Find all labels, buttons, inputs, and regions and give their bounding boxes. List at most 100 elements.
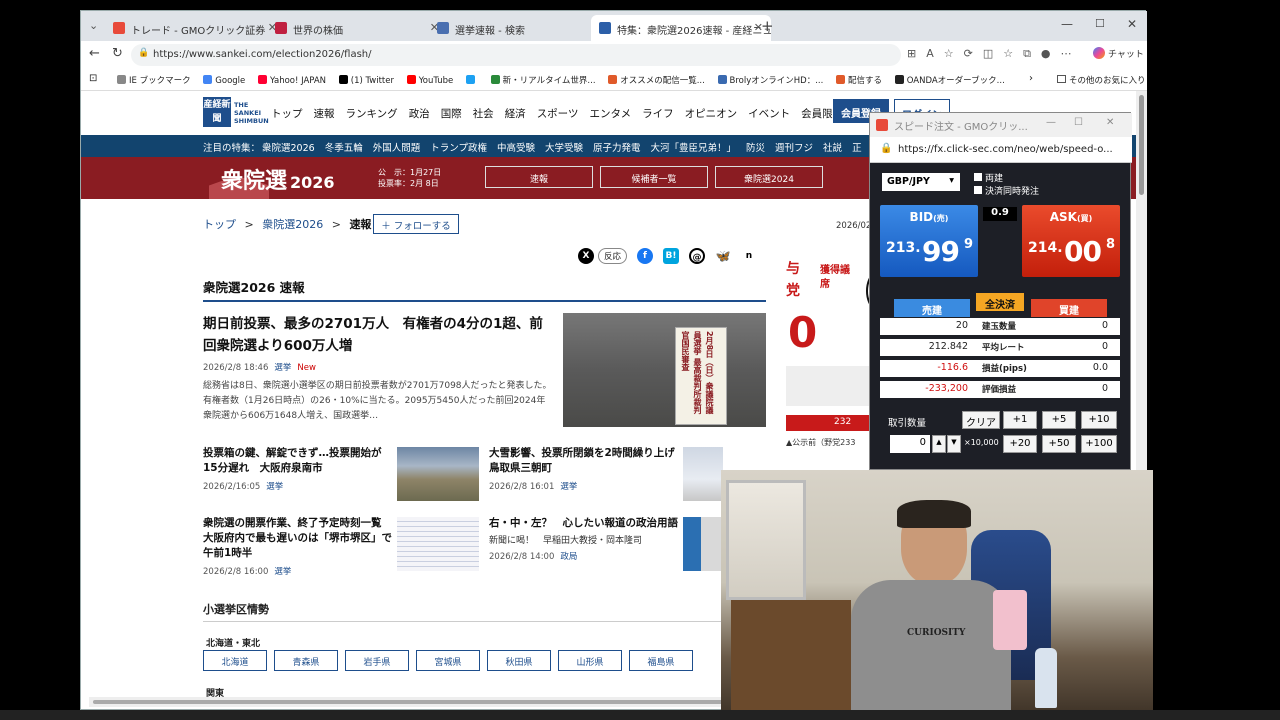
settle-checkbox[interactable]: 決済同時発注: [974, 184, 1039, 197]
story-item[interactable]: 右・中・左？ 心したい報道の政治用語 新聞に喝！ 早稲田大教授・岡本隆司 202…: [489, 516, 679, 562]
bookmark-bird[interactable]: [465, 70, 478, 86]
banner-flash-button[interactable]: 速報: [485, 166, 593, 188]
quantity-input[interactable]: 0: [890, 435, 930, 453]
ask-button[interactable]: ASK(買) 214. 00 8: [1022, 205, 1120, 277]
note-icon[interactable]: n: [741, 248, 758, 264]
bluesky-icon[interactable]: 🦋: [715, 248, 732, 264]
pref-aomori[interactable]: 青森県: [274, 650, 338, 671]
nav-life[interactable]: ライフ: [642, 108, 674, 120]
tag-link[interactable]: 選挙: [274, 363, 291, 373]
bookmark-ie[interactable]: IE ブックマーク: [117, 69, 191, 86]
reading-list-icon[interactable]: ⊡: [89, 73, 97, 84]
bookmark-broly[interactable]: BrolyオンラインHD：...: [717, 69, 823, 86]
tab-gmo-trade[interactable]: トレード - GMOクリック証券 ✕: [105, 15, 285, 41]
qty-up-button[interactable]: ▲: [932, 435, 946, 453]
reaction-button[interactable]: 反応: [598, 248, 628, 264]
tab-sankei[interactable]: 特集：衆院選2026速報 - 産経ニュース✕: [591, 15, 771, 41]
plus5-button[interactable]: +5: [1042, 411, 1076, 429]
plus20-button[interactable]: +20: [1003, 435, 1037, 453]
bookmark-osusume[interactable]: オススメの配信一覧...: [608, 69, 705, 86]
x-icon[interactable]: X: [578, 248, 594, 264]
pref-yamagata[interactable]: 山形県: [558, 650, 622, 671]
feature-link[interactable]: 中高受験: [497, 143, 535, 154]
pref-hokkaido[interactable]: 北海道: [203, 650, 267, 671]
currency-pair-select[interactable]: GBP/JPY ▾: [882, 173, 960, 191]
story-thumbnail[interactable]: [683, 447, 723, 501]
chevron-right-icon[interactable]: ›: [1029, 73, 1033, 84]
nav-world[interactable]: 国際: [441, 108, 462, 120]
threads-icon[interactable]: @: [689, 248, 706, 264]
clear-button[interactable]: クリア: [962, 411, 1000, 429]
nav-society[interactable]: 社会: [473, 108, 494, 120]
pref-fukushima[interactable]: 福島県: [629, 650, 693, 671]
bookmark-twitter[interactable]: (1) Twitter: [338, 70, 394, 86]
nav-politics[interactable]: 政治: [409, 108, 430, 120]
minimize-button[interactable]: —: [1061, 17, 1073, 31]
nav-ranking[interactable]: ランキング: [346, 108, 398, 120]
story-item[interactable]: 衆院選の開票作業、終了予定時刻一覧 大阪府内で最も遅いのは「堺市堺区」で午前1時…: [203, 516, 393, 577]
plus10-button[interactable]: +10: [1081, 411, 1117, 429]
both-checkbox[interactable]: 両建: [974, 171, 1003, 184]
bookmark-google[interactable]: Google: [203, 70, 245, 86]
close-button[interactable]: ✕: [1106, 117, 1114, 128]
feature-link[interactable]: 大河「豊臣兄弟！」: [651, 143, 737, 154]
nav-event[interactable]: イベント: [748, 108, 790, 120]
feature-link[interactable]: 外国人問題: [373, 143, 421, 154]
other-bookmarks[interactable]: その他のお気に入り: [1057, 74, 1146, 86]
follow-button[interactable]: ＋ フォローする: [373, 214, 459, 234]
minimize-button[interactable]: —: [1046, 117, 1056, 128]
bookmark-realtime[interactable]: 新・リアルタイム世界...: [490, 69, 596, 86]
tab-world-stocks[interactable]: 世界の株価 ✕: [267, 15, 447, 41]
maximize-button[interactable]: ☐: [1074, 117, 1083, 128]
new-tab-button[interactable]: +: [761, 17, 774, 35]
main-article-headline[interactable]: 期日前投票、最多の2701万人 有権者の4分の1超、前回衆院選より600万人増: [203, 313, 543, 357]
facebook-icon[interactable]: f: [637, 248, 654, 264]
story-thumbnail[interactable]: [397, 447, 479, 501]
feature-link[interactable]: 大学受験: [545, 143, 583, 154]
nav-top[interactable]: トップ: [271, 108, 303, 120]
sankei-logo[interactable]: 産経新聞 THE SANKEI SHIMBUN: [203, 97, 269, 129]
bookmark-yahoo[interactable]: Yahoo! JAPAN: [257, 70, 326, 86]
breadcrumb-section[interactable]: 衆院選2026: [262, 218, 323, 231]
banner-2024-button[interactable]: 衆院選2024: [715, 166, 823, 188]
buy-open-button[interactable]: 買建: [1031, 299, 1107, 317]
story-thumbnail[interactable]: [683, 517, 723, 571]
qty-down-button[interactable]: ▼: [947, 435, 961, 453]
tab-search[interactable]: 選挙速報 - 検索✕: [429, 15, 609, 41]
bid-button[interactable]: BID(売) 213. 99 9: [880, 205, 978, 277]
feature-link[interactable]: トランプ政権: [430, 143, 487, 154]
back-icon[interactable]: ←: [89, 46, 100, 61]
plus50-button[interactable]: +50: [1042, 435, 1076, 453]
feature-link[interactable]: 衆院選2026: [262, 143, 315, 154]
plus100-button[interactable]: +100: [1081, 435, 1117, 453]
pref-akita[interactable]: 秋田県: [487, 650, 551, 671]
nav-flash[interactable]: 速報: [314, 108, 335, 120]
story-item[interactable]: 投票箱の鍵、解錠できず…投票開始が15分遅れ 大阪府泉南市 2026/2/16:…: [203, 446, 393, 492]
breadcrumb-top[interactable]: トップ: [203, 218, 236, 231]
refresh-icon[interactable]: ↻: [112, 46, 123, 61]
main-article-image[interactable]: 2月8日（日）衆議院議員選挙 最高裁判所裁判官国民審査: [563, 313, 766, 427]
bookmark-youtube[interactable]: YouTube: [406, 70, 453, 86]
story-item[interactable]: 大雪影響、投票所閉鎖を2時間繰り上げ 鳥取県三朝町 2026/2/8 16:01…: [489, 446, 685, 492]
feature-link[interactable]: 原子力発電: [593, 143, 641, 154]
plus1-button[interactable]: +1: [1003, 411, 1037, 429]
window-close-button[interactable]: ✕: [1127, 17, 1137, 31]
extensions-icons[interactable]: ⊞A☆⟳◫☆⧉●⋯: [907, 47, 1082, 61]
chat-button[interactable]: チャット: [1093, 47, 1144, 60]
nav-sports[interactable]: スポーツ: [537, 108, 579, 120]
story-thumbnail[interactable]: [397, 517, 479, 571]
pref-miyagi[interactable]: 宮城県: [416, 650, 480, 671]
tab-list-button[interactable]: ⌄: [89, 19, 98, 32]
feature-link[interactable]: 防災: [746, 143, 765, 154]
hatena-icon[interactable]: B!: [663, 248, 680, 264]
bookmark-haishin[interactable]: 配信する: [836, 69, 882, 86]
nav-entame[interactable]: エンタメ: [589, 108, 631, 120]
settle-all-button[interactable]: 全決済: [976, 293, 1024, 311]
maximize-button[interactable]: ☐: [1095, 17, 1105, 30]
url-field[interactable]: 🔒 https://www.sankei.com/election2026/fl…: [131, 44, 901, 66]
feature-link[interactable]: 社説: [823, 143, 842, 154]
pref-iwate[interactable]: 岩手県: [345, 650, 409, 671]
bookmark-oanda[interactable]: OANDAオーダーブック...: [894, 69, 1005, 86]
nav-opinion[interactable]: オピニオン: [685, 108, 738, 120]
feature-link[interactable]: 週刊フジ: [775, 143, 813, 154]
